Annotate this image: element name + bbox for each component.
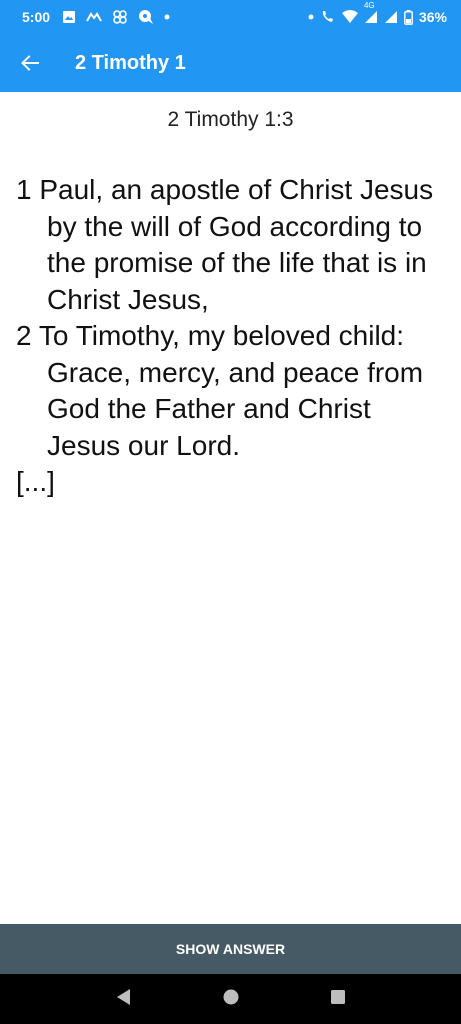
wifi-icon (341, 10, 358, 24)
signal-icon (384, 10, 398, 24)
system-nav-bar (0, 974, 461, 1024)
signal-icon (364, 10, 378, 24)
verse-reference: 2 Timothy 1:3 (167, 108, 294, 131)
battery-percent: 36% (418, 9, 447, 25)
chat-bubble-icon (138, 9, 154, 25)
back-button[interactable] (0, 34, 60, 92)
verse-blank-placeholder: [...] (16, 466, 55, 497)
wifi-call-icon (320, 9, 336, 25)
battery-icon (404, 9, 413, 25)
home-circle-icon (222, 988, 240, 1011)
dot-icon (164, 14, 170, 20)
image-icon (62, 10, 76, 24)
page-title: 2 Timothy 1 (75, 51, 186, 74)
app-bar: 2 Timothy 1 (0, 34, 461, 92)
verse-list: 1 Paul, an apostle of Christ Jesus by th… (16, 172, 436, 501)
status-bar: 5:00 4G 36% (0, 0, 461, 34)
messenger-icon (86, 11, 102, 23)
nav-back-button[interactable] (104, 979, 144, 1019)
nav-recents-button[interactable] (318, 979, 358, 1019)
dot-icon (308, 14, 314, 20)
arrow-back-icon (21, 54, 39, 72)
verse-text: 1 Paul, an apostle of Christ Jesus by th… (16, 174, 434, 315)
nav-home-button[interactable] (211, 979, 251, 1019)
pinwheel-icon (112, 9, 128, 25)
back-triangle-icon (116, 988, 132, 1011)
status-time: 5:00 (22, 9, 51, 25)
verse-text: 2 To Timothy, my beloved child: Grace, m… (16, 320, 424, 461)
show-answer-button[interactable]: SHOW ANSWER (0, 924, 461, 974)
recents-square-icon (330, 989, 346, 1010)
network-type: 4G (363, 1, 375, 10)
